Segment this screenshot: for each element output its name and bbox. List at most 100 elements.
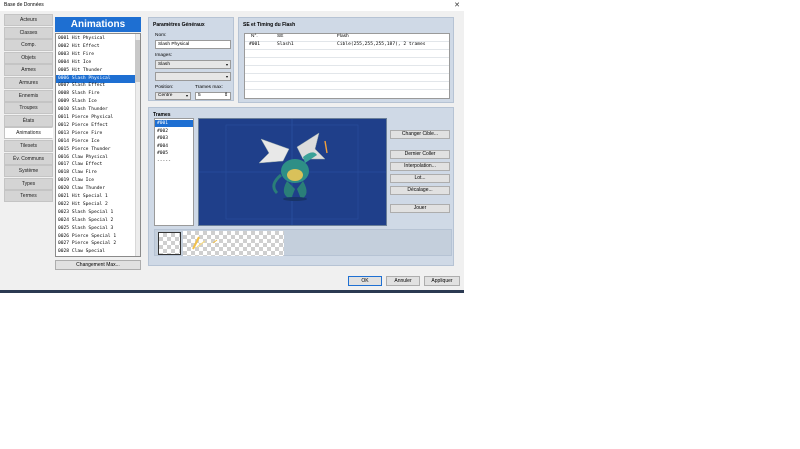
list-item[interactable]: 0019 Claw Ice [58,177,136,185]
nav-item[interactable]: Objets [4,51,53,64]
scrollbar-thumb[interactable] [135,40,140,82]
position-label: Position: [155,85,174,90]
chevron-down-icon: ▾ [225,62,228,67]
se-flash-title: SE et Timing du Flash [243,22,296,28]
title-bar: Base de Données ✕ [0,0,464,11]
list-item[interactable]: 0017 Claw Effect [58,161,136,169]
interpolation-button[interactable]: Interpolation... [390,162,450,171]
max-frames-value: 5 [198,93,201,98]
chevron-down-icon: ▾ [185,93,188,98]
name-label: Nom: [155,33,167,38]
max-frames-label: Trames max: [195,85,223,90]
row-flash: Cible(255,255,255,187), 2 trames [337,42,426,47]
list-item[interactable]: 0007 Slash Effect [58,82,136,90]
nav-item[interactable]: Armures [4,77,53,89]
list-item[interactable]: 0024 Slash Special 2 [58,217,136,225]
list-item[interactable]: 0020 Claw Thunder [58,185,136,193]
nav-item[interactable]: Armes [4,64,53,77]
category-nav: Acteurs Classes Comp. Objets Armes Armures Enn… [4,14,53,204]
batch-button[interactable]: Lot... [390,174,450,183]
cell-image-strip[interactable] [183,231,284,256]
animations-header: Animations [55,17,141,32]
nav-item[interactable]: Système [4,165,53,178]
image1-value: Slash [158,62,170,67]
position-value: Centre [158,93,173,98]
row-divider [245,57,449,58]
name-input[interactable]: Slash Physical [155,40,231,49]
position-select[interactable]: Centre ▾ [155,92,191,100]
list-item[interactable]: 0004 Hit Ice [58,59,136,67]
frame-item[interactable]: #003 [157,135,192,142]
list-item[interactable]: 0009 Slash Ice [58,98,136,106]
paste-last-button[interactable]: Dernier Coller [390,150,450,159]
list-item[interactable]: 0016 Claw Physical [58,154,136,162]
se-flash-table[interactable]: N°. SE Flash #001 Slash1 Cible(255,255,2… [244,33,450,99]
play-button[interactable]: Jouer [390,204,450,213]
animation-canvas[interactable] [198,118,387,226]
nav-item[interactable]: Comp. [4,39,53,52]
list-item[interactable]: 0002 Hit Effect [58,43,136,51]
ok-button[interactable]: OK [348,276,382,286]
list-item[interactable]: 0014 Pierce Ice [58,138,136,146]
nav-item[interactable]: Év. Communs [4,152,53,165]
cancel-button[interactable]: Annuler [386,276,420,286]
cell-palette [154,229,452,256]
frame-item[interactable]: #002 [157,128,192,135]
nav-item[interactable]: Tilesets [4,140,53,152]
row-divider [245,49,449,50]
canvas-drawing [199,119,386,225]
change-max-button[interactable]: Changement Max... [55,260,141,270]
list-item[interactable]: 0005 Hit Thunder [58,67,136,75]
list-item[interactable]: 0011 Pierce Physical [58,114,136,122]
list-item[interactable]: 0001 Hit Physical [58,35,136,43]
col-se: SE [277,34,284,39]
max-frames-stepper[interactable]: 5 ⇕ [195,92,231,100]
frame-item[interactable]: #001 [155,120,193,127]
close-icon[interactable]: ✕ [452,1,462,10]
list-item[interactable]: 0026 Pierce Special 1 [58,233,136,241]
nav-item[interactable]: Animations [4,127,53,140]
animations-list[interactable]: 0001 Hit Physical 0002 Hit Effect 0003 Hit… [55,33,141,257]
list-item[interactable]: 0010 Slash Thunder [58,106,136,114]
frames-list[interactable]: #001 #002 #003 #004 #005 ----- [154,118,194,226]
image2-select[interactable]: ▾ [155,72,231,81]
list-item[interactable]: 0022 Hit Special 2 [58,201,136,209]
nav-item[interactable]: Troupes [4,102,53,115]
list-item[interactable]: 0008 Slash Fire [58,90,136,98]
col-no: N°. [251,34,258,39]
row-divider [245,73,449,74]
change-target-button[interactable]: Changer Cible... [390,130,450,139]
slash-cells [192,236,218,250]
list-item[interactable]: 0018 Claw Fire [58,169,136,177]
list-item[interactable]: 0023 Slash Special 1 [58,209,136,217]
nav-item[interactable]: Ennemis [4,89,53,102]
row-divider [245,89,449,90]
list-item[interactable]: 0012 Pierce Effect [58,122,136,130]
list-item[interactable]: 0015 Pierce Thunder [58,146,136,154]
frame-item[interactable]: #005 [157,150,192,157]
image1-select[interactable]: Slash ▾ [155,60,231,69]
frames-end-marker: ----- [157,158,171,164]
list-item[interactable]: 0028 Claw Special [58,248,136,256]
general-settings-title: Paramètres Généraux [153,22,205,28]
slash-effect [324,140,328,154]
stepper-arrows-icon[interactable]: ⇕ [224,93,228,99]
cell-slot-selected[interactable] [158,232,181,255]
list-item[interactable]: 0013 Pierce Fire [58,130,136,138]
apply-button[interactable]: Appliquer [424,276,460,286]
list-item[interactable]: 0003 Hit Fire [58,51,136,59]
row-divider [245,81,449,82]
nav-item[interactable]: États [4,114,53,127]
shift-button[interactable]: Décalage... [390,186,450,195]
nav-item[interactable]: Acteurs [4,14,53,26]
nav-item[interactable]: Classes [4,26,53,39]
list-item[interactable]: 0021 Hit Special 1 [58,193,136,201]
row-se: Slash1 [277,42,294,47]
list-item[interactable]: 0027 Pierce Special 2 [58,240,136,248]
nav-item[interactable]: Termes [4,190,53,203]
list-item[interactable]: 0025 Slash Special 3 [58,225,136,233]
row-divider [245,65,449,66]
list-item[interactable]: 0006 Slash Physical [56,74,136,83]
frame-item[interactable]: #004 [157,143,192,150]
nav-item[interactable]: Types [4,177,53,190]
